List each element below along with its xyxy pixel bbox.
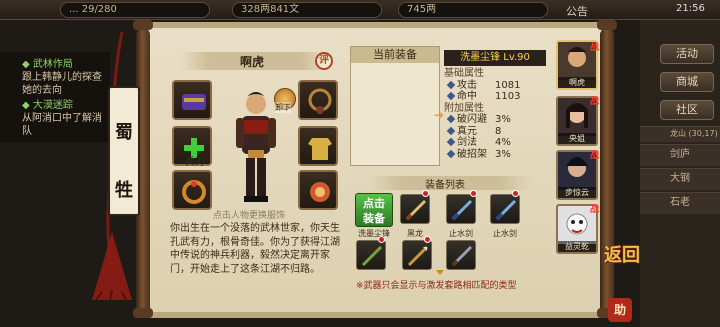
top-resource-bar: ... 29/280 328两841文 745两 公告 21:56 bbox=[0, 0, 720, 20]
community-button[interactable]: 社区 bbox=[660, 100, 714, 120]
equipment-name: 洗墨尘锋 Lv.90 bbox=[444, 50, 546, 66]
equipment-list-title: 装备列表 bbox=[425, 180, 465, 191]
assist-seal[interactable]: 助 bbox=[608, 298, 632, 322]
equip-slot-hat[interactable] bbox=[172, 80, 212, 120]
spear-icon bbox=[407, 245, 429, 267]
base-attr-title: 基础属性 bbox=[444, 68, 484, 79]
roster-name: 央姐 bbox=[558, 133, 596, 144]
shop-button[interactable]: 商城 bbox=[660, 72, 714, 92]
outfit-hint: 点击人物更换服饰 bbox=[213, 211, 286, 221]
equip-slot-charm[interactable] bbox=[298, 170, 338, 210]
name-banner: 蜀 牲 bbox=[108, 86, 140, 216]
new-item-dot bbox=[470, 190, 477, 197]
item-label: 洗墨尘锋 bbox=[358, 229, 390, 238]
roller-cap bbox=[133, 20, 153, 30]
right-list-item[interactable]: 石老 bbox=[640, 192, 720, 214]
new-item-dot bbox=[512, 190, 519, 197]
item-label: 止水剑 bbox=[449, 229, 473, 238]
right-list-item[interactable]: 剑庐 bbox=[640, 144, 720, 166]
scroll-down-indicator bbox=[436, 270, 444, 275]
activity-button[interactable]: 活动 bbox=[660, 44, 714, 64]
equipment-attributes: 基础属性 攻击 1081 命中 1103 附加属性 破闪避 3% 真元 8 剑法 4% 破… bbox=[444, 68, 546, 160]
attr-row: 攻击 1081 bbox=[444, 80, 546, 92]
attr-row: 命中 1103 bbox=[444, 91, 546, 103]
current-equipment-panel: 当前装备 bbox=[350, 46, 440, 166]
diamond-icon bbox=[446, 91, 456, 101]
new-item-dot bbox=[378, 236, 385, 243]
location-text: 龙山 (30,17) bbox=[640, 126, 720, 142]
necklace-icon bbox=[308, 88, 332, 114]
battle-mark: 战 bbox=[590, 151, 600, 161]
weapon-slot-label: 兵刃 bbox=[185, 157, 205, 168]
equipment-footer-note: ※武器只会显示与激发套路相匹配的类型 bbox=[356, 281, 517, 291]
new-item-dot bbox=[424, 236, 431, 243]
location-coords: (30,17) bbox=[688, 129, 718, 138]
sword-icon bbox=[495, 199, 517, 221]
battle-mark: 战 bbox=[590, 97, 600, 107]
sword-icon bbox=[451, 199, 473, 221]
roster-name: 啊虎 bbox=[558, 77, 596, 88]
evaluate-button[interactable]: 评 bbox=[315, 52, 333, 70]
diamond-icon bbox=[446, 80, 456, 89]
scroll-roller-right bbox=[600, 28, 614, 314]
attr-row: 破闪避 3% bbox=[444, 114, 546, 126]
arrow-icon: ➔ bbox=[434, 108, 445, 122]
diamond-icon bbox=[446, 126, 456, 135]
equip-button[interactable]: 点击 装备 bbox=[355, 193, 393, 227]
name-banner-char: 牲 bbox=[115, 180, 133, 201]
extra-attr-title: 附加属性 bbox=[444, 102, 484, 114]
resource-gold: 745两 bbox=[398, 2, 548, 18]
battle-mark: 战 bbox=[590, 43, 600, 53]
clock: 21:56 bbox=[676, 3, 705, 14]
new-item-dot bbox=[422, 190, 429, 197]
equipment-item[interactable] bbox=[400, 194, 430, 224]
roster-name: 益灵乾 bbox=[558, 241, 596, 252]
location-name: 龙山 bbox=[670, 129, 686, 138]
charm-icon bbox=[310, 182, 330, 202]
equipment-item[interactable] bbox=[402, 240, 432, 270]
roller-cap bbox=[597, 20, 617, 30]
attr-row: 真元 8 bbox=[444, 126, 546, 138]
diamond-icon bbox=[446, 114, 456, 124]
character-name: 啊虎 bbox=[240, 55, 265, 69]
blade-icon bbox=[405, 199, 427, 221]
equip-slot-necklace[interactable] bbox=[298, 80, 338, 120]
equipment-item[interactable] bbox=[356, 240, 386, 270]
item-label: 止水剑 bbox=[493, 229, 517, 238]
ring-icon bbox=[182, 180, 206, 204]
staff-icon bbox=[361, 245, 383, 267]
diamond-icon bbox=[446, 149, 456, 158]
equipment-item[interactable] bbox=[446, 240, 476, 270]
armor-icon bbox=[308, 138, 332, 160]
attr-row: 剑法 4% bbox=[444, 137, 546, 149]
equip-slot-armor[interactable] bbox=[298, 126, 338, 166]
name-banner-char: 蜀 bbox=[115, 122, 133, 143]
roller-cap bbox=[133, 308, 153, 318]
equip-slot-accessory[interactable] bbox=[172, 170, 212, 210]
blade-icon bbox=[451, 245, 473, 267]
notice-button[interactable]: 公告 bbox=[566, 3, 588, 19]
character-biography: 你出生在一个没落的武林世家，你天生孔武有力，根骨奇佳。你为了获得江湖中传说的神兵… bbox=[170, 223, 340, 275]
current-equipment-header: 当前装备 bbox=[351, 47, 439, 63]
resource-stamina: ... 29/280 bbox=[60, 2, 210, 18]
back-button[interactable]: 返回 bbox=[604, 246, 640, 266]
equipment-item[interactable] bbox=[446, 194, 476, 224]
attr-row: 破招架 3% bbox=[444, 149, 546, 161]
right-list-item[interactable]: 大钢 bbox=[640, 168, 720, 190]
unequip-label: 卸下 bbox=[275, 102, 291, 113]
diamond-icon bbox=[446, 137, 456, 147]
equipment-item[interactable] bbox=[490, 194, 520, 224]
resource-money: 328两841文 bbox=[232, 2, 382, 18]
hat-icon bbox=[182, 94, 206, 110]
equip-button-label: 点击 装备 bbox=[363, 197, 385, 225]
roster-name: 步惊云 bbox=[558, 187, 596, 198]
battle-mark: 战 bbox=[590, 205, 600, 215]
